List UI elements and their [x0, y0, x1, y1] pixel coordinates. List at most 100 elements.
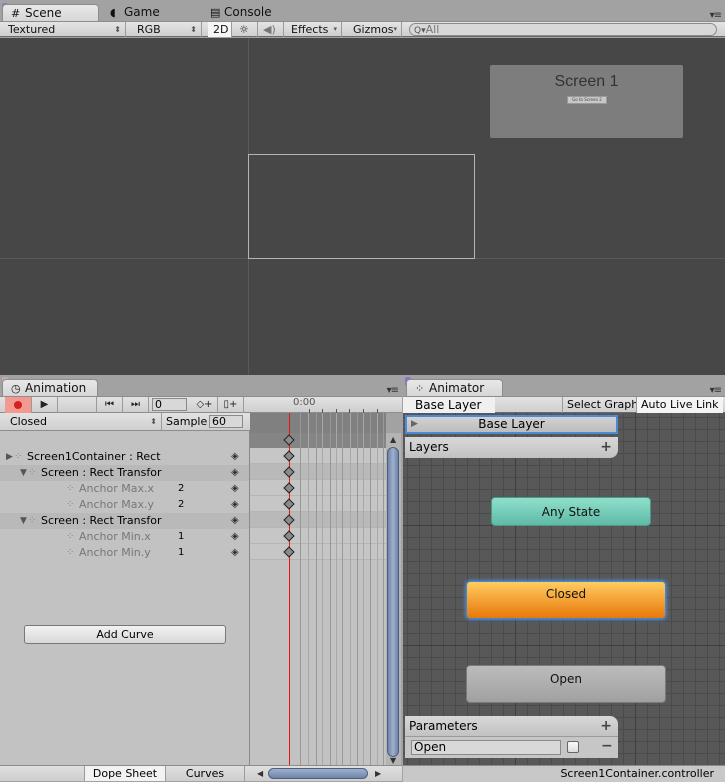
animator-toolbar: Base Layer Select Graph Auto Live Link [403, 396, 725, 413]
scroll-right-icon[interactable]: ▶ [375, 769, 381, 778]
keyframe-toggle-icon[interactable]: ◈ [231, 449, 239, 465]
property-label: Screen : Rect Transfor [41, 514, 162, 527]
prev-key-button[interactable]: ⏮ [97, 397, 123, 413]
property-value[interactable]: 1 [178, 545, 184, 561]
dope-header [250, 413, 386, 433]
rect-transform-icon: ⁘ [66, 499, 75, 510]
play-button[interactable]: ▶ [32, 397, 58, 413]
timeline-gridline [322, 413, 323, 765]
timeline-gridline [377, 413, 378, 765]
panel-menu-icon[interactable]: ▾≡ [710, 385, 722, 396]
tab-animator[interactable]: ⁘ Animator [406, 379, 503, 396]
dope-summary-row [250, 433, 386, 448]
render-mode-dropdown[interactable]: RGB ⬍ [131, 22, 202, 37]
next-key-button[interactable]: ⏭ [123, 397, 149, 413]
keyframe-toggle-icon[interactable]: ◈ [231, 481, 239, 497]
add-curve-button[interactable]: Add Curve [24, 625, 226, 644]
animator-tabbar: ⁘ Animator ▾≡ [403, 375, 725, 396]
property-label: Screen : Rect Transfor [41, 466, 162, 479]
panel-menu-icon[interactable]: ▾≡ [710, 10, 722, 21]
tab-scene[interactable]: # Scene [2, 4, 99, 21]
record-button[interactable] [5, 397, 32, 413]
horizontal-scroll-thumb[interactable] [268, 768, 368, 779]
add-layer-icon[interactable]: + [600, 437, 612, 457]
keyframe-toggle-icon[interactable]: ◈ [231, 513, 239, 529]
scroll-up-icon[interactable]: ▲ [390, 435, 396, 444]
tab-curves[interactable]: Curves [165, 766, 245, 781]
audio-toggle[interactable]: ◀) [258, 22, 284, 37]
property-row[interactable]: ▼ ⁘ Screen : Rect Transfor ◈ [0, 465, 249, 481]
dope-row [250, 496, 386, 512]
parameter-name-input[interactable]: Open [411, 740, 561, 755]
sample-label: Sample [166, 415, 208, 428]
layer-item-base[interactable]: ▶ Base Layer [405, 415, 618, 434]
draw-mode-dropdown[interactable]: Textured ⬍ [2, 22, 126, 37]
timeline-gridline [308, 413, 309, 765]
add-parameter-icon[interactable]: + [600, 716, 612, 736]
parameter-bool-checkbox[interactable] [567, 741, 579, 753]
dope-sheet[interactable] [250, 413, 386, 765]
screen1-panel[interactable]: Screen 1 Go to Screen 2 [490, 65, 683, 138]
vertical-scroll-thumb[interactable] [387, 447, 399, 757]
tab-animation[interactable]: ◷ Animation [2, 379, 98, 396]
add-keyframe-button[interactable]: ◇+ [192, 397, 218, 413]
keyframe-toggle-icon[interactable]: ◈ [231, 497, 239, 513]
tab-animation-label: Animation [25, 381, 87, 395]
keyframe-toggle-icon[interactable]: ◈ [231, 529, 239, 545]
scroll-down-icon[interactable]: ▼ [390, 756, 396, 765]
breadcrumb-base-layer[interactable]: Base Layer [403, 397, 495, 413]
add-event-button[interactable]: ▯+ [218, 397, 244, 413]
state-graph[interactable]: ▶ Base Layer Layers + Any State Closed O… [403, 413, 725, 767]
property-row[interactable]: ⁘ Anchor Min.y 1 ◈ [0, 545, 249, 561]
state-closed[interactable]: Closed [466, 581, 666, 619]
play-icon: ▶ [40, 399, 49, 410]
effects-dropdown[interactable]: Effects ▾ [285, 22, 342, 37]
timeline-gridline [300, 413, 301, 765]
property-row[interactable]: ⁘ Anchor Min.x 1 ◈ [0, 529, 249, 545]
go-to-screen2-button[interactable]: Go to Screen 2 [567, 96, 607, 104]
sample-input[interactable]: 60 [209, 415, 243, 428]
clip-dropdown[interactable]: Closed ⬍ [0, 413, 162, 430]
property-row[interactable]: ⁘ Anchor Max.x 2 ◈ [0, 481, 249, 497]
property-value[interactable]: 1 [178, 529, 184, 545]
parameter-row: Open − [405, 736, 618, 758]
property-label: Anchor Min.x [79, 530, 151, 543]
expanded-triangle-icon[interactable]: ▼ [20, 513, 27, 529]
pacman-icon: ◖ [110, 6, 116, 19]
property-value[interactable]: 2 [178, 481, 184, 497]
remove-parameter-icon[interactable]: − [601, 738, 613, 754]
canvas-bounds-rect[interactable] [248, 154, 475, 259]
scene-viewport[interactable]: Screen 1 Go to Screen 2 [0, 38, 725, 375]
state-any-state[interactable]: Any State [491, 497, 651, 526]
timeline-gridline [370, 413, 371, 765]
keyframe-toggle-icon[interactable]: ◈ [231, 465, 239, 481]
tab-dope-sheet[interactable]: Dope Sheet [84, 766, 165, 781]
layer-name: Base Layer [478, 417, 545, 431]
property-value[interactable]: 2 [178, 497, 184, 513]
lighting-toggle[interactable]: ☼ [233, 22, 258, 37]
tab-console[interactable]: ▤ Console [202, 4, 302, 21]
property-row[interactable]: ▶ ⁘ Screen1Container : Rect ◈ [0, 449, 249, 465]
timeline-ruler[interactable]: 0:00 [250, 396, 386, 413]
keyframe-toggle-icon[interactable]: ◈ [231, 545, 239, 561]
scene-search-input[interactable]: Q▾All [409, 23, 717, 36]
panel-menu-icon[interactable]: ▾≡ [387, 385, 399, 396]
property-row[interactable]: ▼ ⁘ Screen : Rect Transfor ◈ [0, 513, 249, 529]
gizmos-dropdown[interactable]: Gizmos ▾ [347, 22, 402, 37]
select-graph-button[interactable]: Select Graph [562, 397, 642, 413]
expanded-triangle-icon[interactable]: ▼ [20, 465, 27, 481]
dope-row [250, 528, 386, 544]
2d-toggle[interactable]: 2D [208, 22, 232, 37]
layers-label: Layers [409, 440, 449, 454]
vertical-scrollbar[interactable]: ▲ ▼ [386, 433, 401, 766]
tab-game[interactable]: ◖ Game [102, 4, 202, 21]
frame-input[interactable]: 0 [152, 398, 187, 411]
scroll-left-icon[interactable]: ◀ [257, 769, 263, 778]
collapsed-triangle-icon[interactable]: ▶ [6, 449, 13, 465]
sun-icon: ☼ [239, 23, 249, 36]
property-row[interactable]: ⁘ Anchor Max.y 2 ◈ [0, 497, 249, 513]
auto-live-link-toggle[interactable]: Auto Live Link [636, 397, 723, 413]
expand-icon[interactable]: ▶ [411, 417, 418, 432]
timeline-gridline [357, 413, 358, 765]
state-open[interactable]: Open [466, 665, 666, 703]
